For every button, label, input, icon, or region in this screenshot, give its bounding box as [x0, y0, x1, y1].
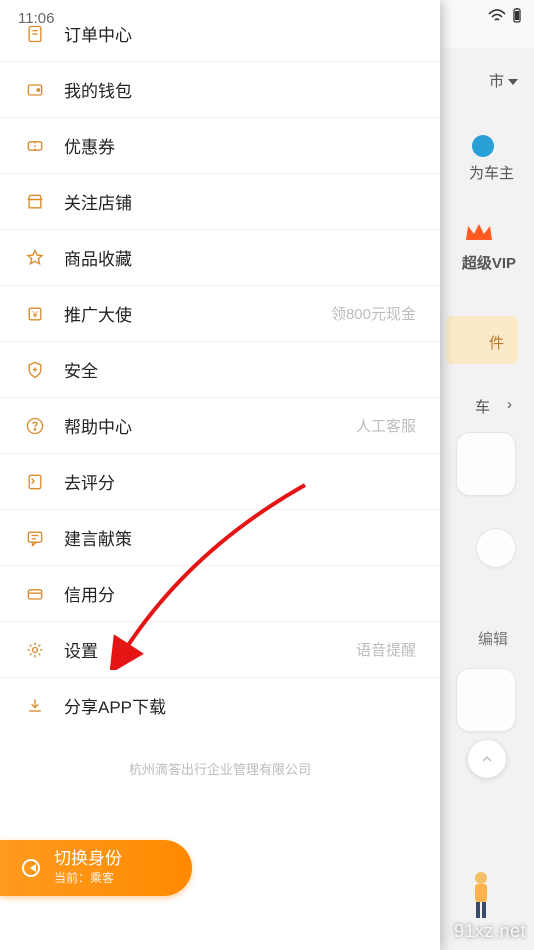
menu-item-help[interactable]: 帮助中心 人工客服	[0, 398, 440, 453]
menu-label: 安全	[64, 357, 416, 382]
side-drawer: 11:06 订单中心 我的钱包 优惠券 关注店铺 商品收藏 ¥ 推广	[0, 0, 440, 950]
owner-avatar-icon	[472, 135, 494, 157]
status-bar-icons	[488, 8, 522, 24]
chevron-up-icon	[479, 751, 495, 767]
shop-icon	[24, 191, 46, 213]
menu-item-settings[interactable]: 设置 语音提醒	[0, 622, 440, 677]
coupon-icon	[24, 135, 46, 157]
menu-extra: 人工客服	[356, 415, 416, 436]
edit-link[interactable]: 编辑	[478, 628, 508, 649]
become-owner-link[interactable]: 为车主	[469, 162, 514, 183]
menu-item-safety[interactable]: 安全	[0, 342, 440, 397]
menu-extra: 领800元现金	[331, 303, 416, 324]
watermark: 91xz.net	[454, 921, 526, 942]
svg-text:¥: ¥	[31, 309, 38, 319]
menu-item-follow-shop[interactable]: 关注店铺	[0, 174, 440, 229]
menu-label: 我的钱包	[64, 77, 416, 102]
menu-item-credit[interactable]: 信用分	[0, 566, 440, 621]
menu-label: 设置	[64, 637, 356, 662]
super-vip-link[interactable]: 超级VIP	[462, 252, 516, 273]
company-footer: 杭州滴答出行企业管理有限公司	[0, 733, 440, 818]
switch-current: 当前：乘客	[54, 869, 122, 886]
menu-item-orders[interactable]: 订单中心	[0, 6, 440, 61]
switch-role-button[interactable]: 切换身份 当前：乘客	[0, 840, 192, 896]
vip-crown-icon	[464, 220, 494, 244]
favorite-icon	[24, 247, 46, 269]
help-icon	[24, 415, 46, 437]
shield-icon	[24, 359, 46, 381]
menu-extra: 语音提醒	[356, 639, 416, 660]
city-selector[interactable]: 市	[489, 70, 518, 91]
menu-label: 商品收藏	[64, 245, 416, 270]
menu-item-share-download[interactable]: 分享APP下载	[0, 678, 440, 733]
download-icon	[24, 695, 46, 717]
bg-car-label: 车	[475, 396, 490, 417]
status-time: 11:06	[18, 10, 54, 27]
switch-title: 切换身份	[54, 850, 122, 869]
menu-list: 订单中心 我的钱包 优惠券 关注店铺 商品收藏 ¥ 推广大使 领800元现金	[0, 0, 440, 950]
menu-item-feedback[interactable]: 建言献策	[0, 510, 440, 565]
credit-icon	[24, 583, 46, 605]
menu-label: 建言献策	[64, 525, 416, 550]
settings-icon	[24, 639, 46, 661]
rate-icon	[24, 471, 46, 493]
switch-arrow-icon	[22, 859, 40, 877]
menu-label: 去评分	[64, 469, 416, 494]
menu-item-coupon[interactable]: 优惠券	[0, 118, 440, 173]
promo-icon: ¥	[24, 303, 46, 325]
menu-label: 信用分	[64, 581, 416, 606]
menu-item-promo[interactable]: ¥ 推广大使 领800元现金	[0, 286, 440, 341]
menu-label: 关注店铺	[64, 189, 416, 214]
bg-件-label: 件	[489, 332, 504, 353]
scroll-top-button[interactable]	[468, 740, 506, 778]
menu-item-wallet[interactable]: 我的钱包	[0, 62, 440, 117]
menu-item-rate[interactable]: 去评分	[0, 454, 440, 509]
menu-label: 分享APP下载	[64, 693, 416, 718]
menu-label: 订单中心	[64, 21, 416, 46]
menu-label: 帮助中心	[64, 413, 356, 438]
person-illustration	[468, 870, 494, 920]
bg-chevron[interactable]: ›	[507, 396, 512, 413]
feedback-icon	[24, 527, 46, 549]
menu-label: 推广大使	[64, 301, 331, 326]
menu-label: 优惠券	[64, 133, 416, 158]
menu-item-favorites[interactable]: 商品收藏	[0, 230, 440, 285]
wallet-icon	[24, 79, 46, 101]
